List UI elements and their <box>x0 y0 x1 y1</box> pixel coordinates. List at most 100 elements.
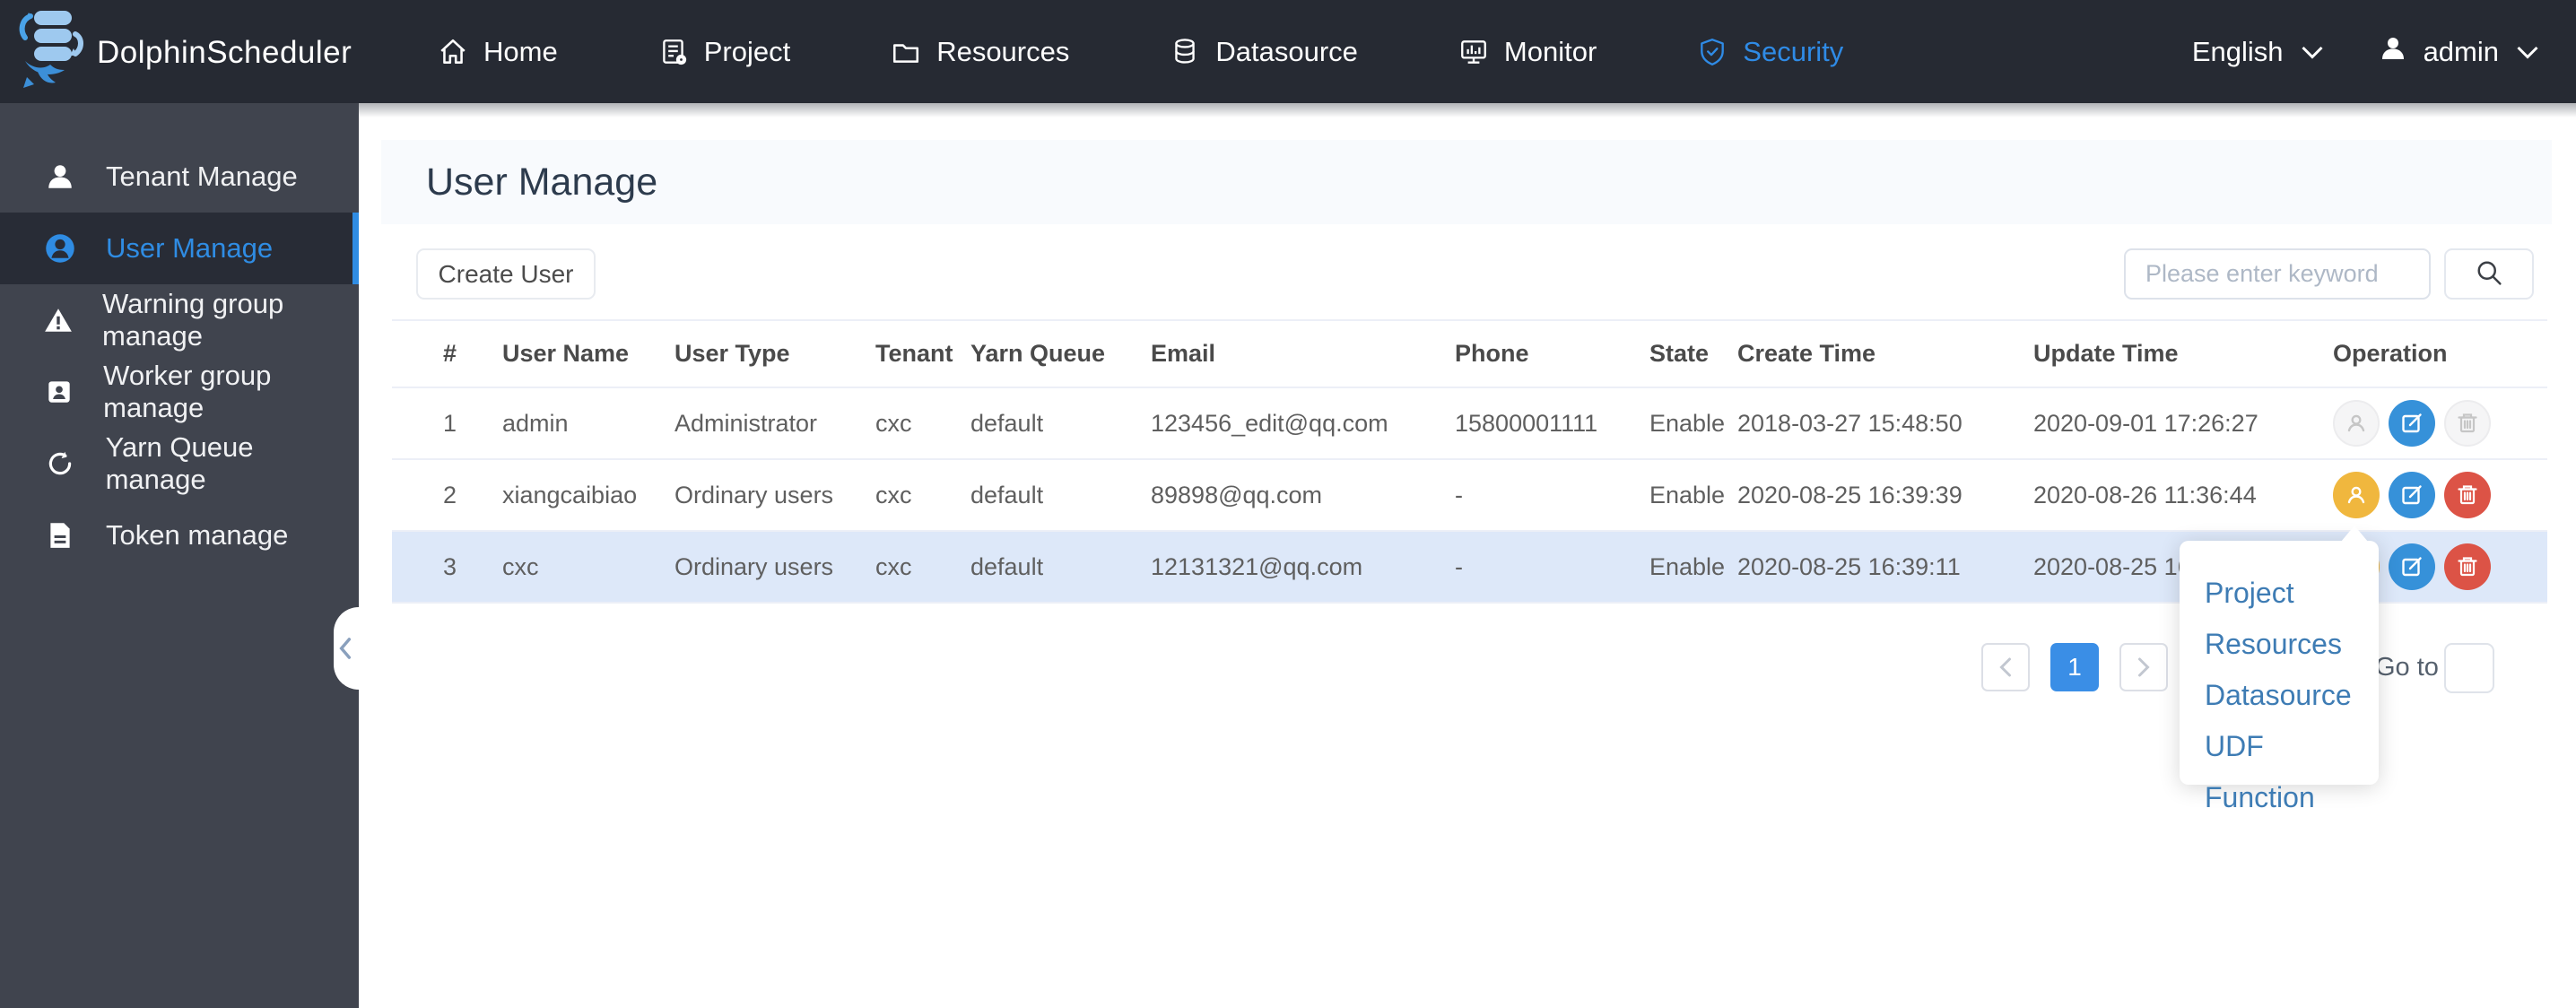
table-row[interactable]: 1 admin Administrator cxc default 123456… <box>392 388 2547 460</box>
table-header-row: # User Name User Type Tenant Yarn Queue … <box>392 319 2547 388</box>
cell-yarn-queue: default <box>970 481 1044 508</box>
cell-state: Enable <box>1649 409 1726 437</box>
col-header-operation: Operation <box>2333 340 2448 367</box>
security-sidebar: Tenant Manage User Manage Warning group … <box>0 103 359 1008</box>
sidebar-collapse-handle[interactable] <box>334 607 359 690</box>
popup-item-resources[interactable]: Resources <box>2205 619 2379 670</box>
sidebar-item-label: Warning group manage <box>102 288 284 352</box>
dolphin-logo-icon <box>14 5 86 100</box>
nav-item-label: Monitor <box>1503 35 1597 67</box>
project-icon <box>658 37 689 67</box>
cell-tenant: cxc <box>875 552 912 580</box>
delete-button[interactable] <box>2444 543 2491 590</box>
nav-menu: Home Project Resources Datasource Monito… <box>438 0 1843 103</box>
language-selector[interactable]: English <box>2192 36 2325 68</box>
col-header-create-time: Create Time <box>1737 340 1876 367</box>
search-icon <box>2473 256 2505 291</box>
table-row[interactable]: 2 xiangcaibiao Ordinary users cxc defaul… <box>392 460 2547 532</box>
nav-item-project[interactable]: Project <box>658 36 790 68</box>
cell-email: 12131321@qq.com <box>1151 552 1363 580</box>
datasource-icon <box>1170 37 1200 67</box>
home-icon <box>438 37 468 67</box>
popup-item-udf-function[interactable]: UDF Function <box>2205 721 2379 813</box>
sidebar-item-tenant-manage[interactable]: Tenant Manage <box>0 141 359 213</box>
cell-user-type: Ordinary users <box>674 481 834 508</box>
pagination-prev-button[interactable] <box>1981 643 2030 691</box>
authorize-button <box>2333 400 2380 447</box>
cell-email: 123456_edit@qq.com <box>1151 409 1388 437</box>
search-input[interactable] <box>2124 248 2431 300</box>
sidebar-item-label: User Manage <box>106 232 274 264</box>
sidebar-item-yarn-queue-manage[interactable]: Yarn Queue manage <box>0 428 359 500</box>
app-logo: DolphinScheduler <box>14 5 352 100</box>
nav-item-home[interactable]: Home <box>438 36 558 68</box>
pagination-page-1[interactable]: 1 <box>2050 643 2099 691</box>
col-header-email: Email <box>1151 340 1216 367</box>
warning-icon <box>43 305 74 335</box>
sidebar-item-worker-group-manage[interactable]: Worker group manage <box>0 356 359 428</box>
sidebar-item-user-manage[interactable]: User Manage <box>0 213 359 284</box>
user-icon <box>2379 34 2407 70</box>
col-header-tenant: Tenant <box>875 340 953 367</box>
cell-user-name: xiangcaibiao <box>502 481 638 508</box>
chevron-down-icon <box>2300 36 2325 68</box>
cell-tenant: cxc <box>875 409 912 437</box>
goto-page-input[interactable] <box>2444 643 2494 693</box>
cell-update-time: 2020-09-01 17:26:27 <box>2033 409 2258 437</box>
popup-item-datasource[interactable]: Datasource <box>2205 670 2379 721</box>
page-title: User Manage <box>426 160 658 204</box>
cell-yarn-queue: default <box>970 409 1044 437</box>
nav-right: English admin <box>2192 0 2540 103</box>
popup-item-project[interactable]: Project <box>2205 568 2379 619</box>
col-header-index: # <box>443 340 457 367</box>
recycle-icon <box>43 448 77 479</box>
person-icon <box>43 161 77 192</box>
cell-create-time: 2018-03-27 15:48:50 <box>1737 409 1962 437</box>
col-header-user-name: User Name <box>502 340 630 367</box>
cell-yarn-queue: default <box>970 552 1044 580</box>
authorize-button[interactable] <box>2333 472 2380 518</box>
sidebar-item-label: Tenant Manage <box>106 161 298 192</box>
nav-item-datasource[interactable]: Datasource <box>1170 36 1358 68</box>
cell-user-name: admin <box>502 409 569 437</box>
resources-icon <box>891 37 921 67</box>
nav-item-monitor[interactable]: Monitor <box>1458 36 1597 68</box>
nav-item-security[interactable]: Security <box>1697 36 1843 68</box>
sidebar-item-label: Yarn Queue manage <box>105 431 254 495</box>
search-button[interactable] <box>2444 248 2534 300</box>
document-icon <box>43 520 77 551</box>
nav-item-label: Resources <box>936 35 1070 67</box>
sidebar-item-label: Worker group manage <box>103 360 272 423</box>
user-menu[interactable]: admin <box>2379 34 2540 70</box>
cell-update-time: 2020-08-26 11:36:44 <box>2033 481 2257 508</box>
sidebar-item-warning-group-manage[interactable]: Warning group manage <box>0 284 359 356</box>
edit-button[interactable] <box>2389 400 2435 447</box>
edit-button[interactable] <box>2389 472 2435 518</box>
create-user-button[interactable]: Create User <box>416 248 596 300</box>
edit-button[interactable] <box>2389 543 2435 590</box>
user-circle-icon <box>43 232 77 265</box>
nav-item-resources[interactable]: Resources <box>891 36 1069 68</box>
top-navbar: DolphinScheduler Home Project Resources … <box>0 0 2576 103</box>
pagination-next-button[interactable] <box>2119 643 2168 691</box>
cell-user-type: Administrator <box>674 409 818 437</box>
main-content: User Manage Create User # User Name User… <box>334 103 2576 1008</box>
cell-user-type: Ordinary users <box>674 552 834 580</box>
nav-item-label: Security <box>1743 35 1844 67</box>
nav-item-label: Project <box>703 35 791 67</box>
nav-item-label: Home <box>483 35 558 67</box>
cell-create-time: 2020-08-25 16:39:39 <box>1737 481 1962 508</box>
goto-page-label: Go to <box>2375 653 2439 682</box>
delete-button[interactable] <box>2444 472 2491 518</box>
col-header-yarn-queue: Yarn Queue <box>970 340 1106 367</box>
cell-phone: - <box>1455 481 1463 508</box>
language-label: English <box>2191 35 2284 67</box>
col-header-phone: Phone <box>1455 340 1529 367</box>
col-header-update-time: Update Time <box>2033 340 2179 367</box>
nav-item-label: Datasource <box>1215 35 1358 67</box>
user-name-label: admin <box>2423 35 2499 67</box>
brand-name: DolphinScheduler <box>97 34 352 70</box>
sidebar-item-label: Token manage <box>106 519 289 551</box>
sidebar-item-token-manage[interactable]: Token manage <box>0 500 359 571</box>
id-card-icon <box>43 377 74 407</box>
